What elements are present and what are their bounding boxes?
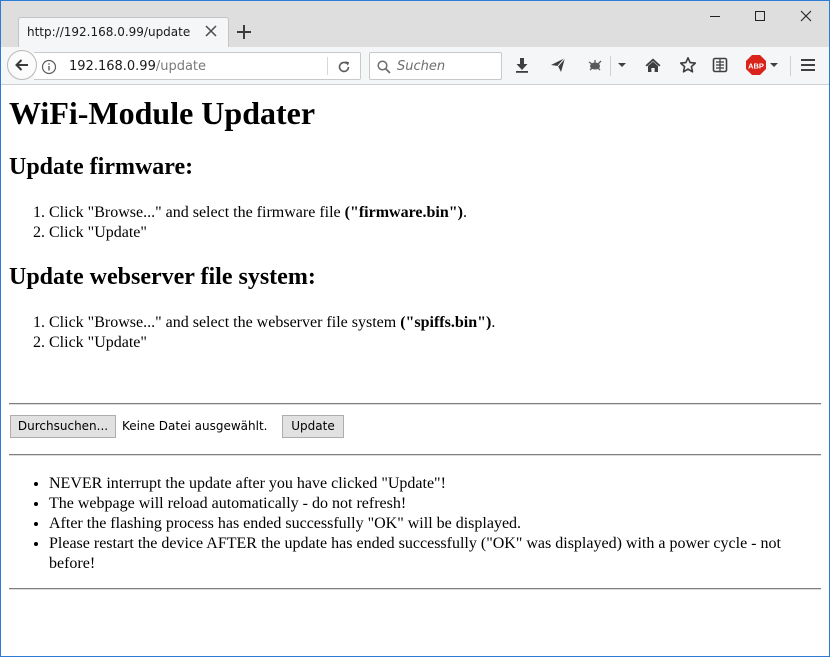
menu-icon[interactable] [799,56,817,74]
filesystem-heading: Update webserver file system: [9,264,316,290]
divider [9,454,821,456]
search-icon [377,60,391,74]
file-name: ("firmware.bin") [344,204,463,221]
divider [9,588,821,590]
warning-notes: NEVER interrupt the update after you hav… [9,474,799,574]
back-arrow-icon [15,59,28,71]
list-item: NEVER interrupt the update after you hav… [49,474,799,494]
tab-bar: http://192.168.0.99/update [0,0,830,47]
tab-active[interactable]: http://192.168.0.99/update [18,17,229,47]
list-item: Click "Update" [49,223,467,243]
list-item: Please restart the device AFTER the upda… [49,534,799,574]
list-item: The webpage will reload automatically - … [49,494,799,514]
toolbar-divider [610,56,611,76]
page-content: WiFi-Module Updater Update firmware: Cli… [0,85,830,657]
list-item: Click "Browse..." and select the webserv… [49,313,495,333]
step-text: . [462,204,467,221]
step-text: . [491,314,496,331]
back-button[interactable] [7,50,37,80]
reload-icon[interactable] [336,59,352,75]
url-host: 192.168.0.99 [69,59,156,74]
url-bar[interactable]: 192.168.0.99/update [34,52,361,80]
new-tab-icon[interactable] [235,23,253,41]
download-icon[interactable] [513,56,531,74]
adblock-badge-text: ABP [748,62,764,71]
reading-list-icon[interactable] [711,56,729,74]
firmware-steps: Click "Browse..." and select the firmwar… [9,203,467,243]
close-icon[interactable] [204,24,218,38]
step-text: Click "Browse..." and select the webserv… [49,314,401,331]
filesystem-steps: Click "Browse..." and select the webserv… [9,313,495,353]
bookmark-star-icon[interactable] [679,56,697,74]
minimize-icon[interactable] [707,8,723,24]
maximize-icon[interactable] [752,8,768,24]
send-icon[interactable] [549,56,567,74]
list-item: Click "Update" [49,333,495,353]
tab-title: http://192.168.0.99/update [27,25,191,39]
adblock-chevron-down-icon[interactable] [766,56,784,74]
browse-button[interactable]: Durchsuchen... [10,415,116,438]
page-title: WiFi-Module Updater [9,95,316,131]
extension-icon[interactable] [586,56,604,74]
search-bar[interactable]: Suchen [369,52,502,80]
toolbar-divider [790,56,791,76]
url-divider [327,57,328,75]
info-icon[interactable] [41,59,57,75]
list-item: Click "Browse..." and select the firmwar… [49,203,467,223]
update-button[interactable]: Update [282,415,344,438]
search-input[interactable]: Suchen [397,59,445,74]
adblock-icon[interactable]: ABP [745,54,767,76]
file-status: Keine Datei ausgewählt. [122,419,268,433]
chevron-down-icon[interactable] [613,56,631,74]
navigation-bar: 192.168.0.99/update Suchen ABP [0,47,830,85]
window-close-icon[interactable] [798,8,814,24]
step-text: Click "Browse..." and select the firmwar… [49,204,345,221]
divider [9,403,821,405]
home-icon[interactable] [644,56,662,74]
url-path: /update [155,59,207,74]
url-text: 192.168.0.99/update [69,59,206,74]
file-name: ("spiffs.bin") [400,314,492,331]
list-item: After the flashing process has ended suc… [49,514,799,534]
firmware-heading: Update firmware: [9,154,194,180]
